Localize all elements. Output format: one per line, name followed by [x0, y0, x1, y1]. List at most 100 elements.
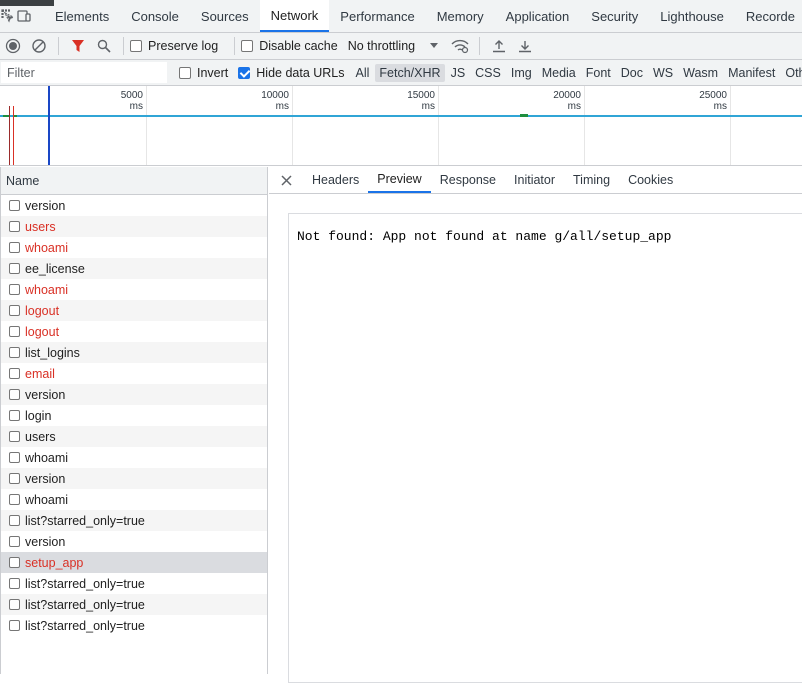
filter-input[interactable]	[1, 62, 167, 83]
filter-type-doc[interactable]: Doc	[617, 64, 647, 82]
filter-type-fetchxhr[interactable]: Fetch/XHR	[375, 63, 445, 82]
hide-data-urls-box[interactable]	[238, 66, 251, 79]
disable-cache-box[interactable]	[241, 40, 254, 52]
request-row[interactable]: whoami	[1, 447, 267, 468]
tab-memory[interactable]: Memory	[426, 0, 495, 32]
row-checkbox[interactable]	[9, 368, 20, 379]
close-icon[interactable]	[269, 167, 303, 193]
timeline-marker-green	[520, 114, 528, 117]
row-checkbox[interactable]	[9, 284, 20, 295]
request-row[interactable]: setup_app	[1, 552, 267, 573]
filter-type-wasm[interactable]: Wasm	[679, 64, 722, 82]
import-har-icon[interactable]	[486, 33, 512, 59]
request-row[interactable]: version	[1, 195, 267, 216]
detail-tab-timing[interactable]: Timing	[564, 167, 619, 193]
filter-icon[interactable]	[65, 33, 91, 59]
tab-application[interactable]: Application	[495, 0, 581, 32]
row-checkbox[interactable]	[9, 221, 20, 232]
row-checkbox[interactable]	[9, 515, 20, 526]
tab-console[interactable]: Console	[120, 0, 190, 32]
row-checkbox[interactable]	[9, 536, 20, 547]
request-row[interactable]: list?starred_only=true	[1, 573, 267, 594]
tab-performance[interactable]: Performance	[329, 0, 425, 32]
filter-type-css[interactable]: CSS	[471, 64, 505, 82]
timeline-overview[interactable]: 5000 ms 10000 ms 15000 ms 20000 ms 25000 ms	[0, 86, 802, 166]
tab-lighthouse[interactable]: Lighthouse	[649, 0, 735, 32]
request-name: version	[25, 387, 66, 402]
request-row[interactable]: whoami	[1, 279, 267, 300]
tab-security[interactable]: Security	[580, 0, 649, 32]
panel-tabs: Elements Console Sources Network Performance…	[44, 0, 802, 32]
request-row[interactable]: version	[1, 468, 267, 489]
filter-type-manifest[interactable]: Manifest	[724, 64, 779, 82]
row-checkbox[interactable]	[9, 557, 20, 568]
preserve-log-label: Preserve log	[148, 39, 219, 53]
preserve-log-box[interactable]	[130, 40, 142, 52]
detail-tab-response[interactable]: Response	[431, 167, 505, 193]
row-checkbox[interactable]	[9, 452, 20, 463]
request-row[interactable]: logout	[1, 321, 267, 342]
preserve-log-checkbox[interactable]: Preserve log	[130, 39, 218, 53]
clear-icon[interactable]	[26, 33, 52, 59]
invert-box[interactable]	[179, 66, 191, 79]
filter-type-js[interactable]: JS	[447, 64, 470, 82]
row-checkbox[interactable]	[9, 200, 20, 211]
row-checkbox[interactable]	[9, 242, 20, 253]
detail-tab-headers[interactable]: Headers	[303, 167, 368, 193]
filter-type-font[interactable]: Font	[582, 64, 615, 82]
request-row[interactable]: whoami	[1, 237, 267, 258]
request-row[interactable]: logout	[1, 300, 267, 321]
row-checkbox[interactable]	[9, 326, 20, 337]
row-checkbox[interactable]	[9, 410, 20, 421]
request-row[interactable]: version	[1, 531, 267, 552]
filter-type-other[interactable]: Other	[781, 64, 802, 82]
network-conditions-icon[interactable]	[447, 33, 473, 59]
tab-sources[interactable]: Sources	[190, 0, 260, 32]
row-checkbox[interactable]	[9, 347, 20, 358]
timeline-gridline	[146, 86, 147, 165]
tab-network[interactable]: Network	[259, 0, 330, 32]
request-row[interactable]: ee_license	[1, 258, 267, 279]
request-name: version	[25, 534, 66, 549]
filter-type-all[interactable]: All	[352, 64, 374, 82]
record-icon[interactable]	[0, 33, 26, 59]
detail-tab-initiator[interactable]: Initiator	[505, 167, 564, 193]
request-row[interactable]: users	[1, 216, 267, 237]
request-row[interactable]: email	[1, 363, 267, 384]
request-row[interactable]: whoami	[1, 489, 267, 510]
row-checkbox[interactable]	[9, 599, 20, 610]
row-checkbox[interactable]	[9, 431, 20, 442]
tab-elements[interactable]: Elements	[44, 0, 120, 32]
request-row[interactable]: users	[1, 426, 267, 447]
request-name: ee_license	[25, 261, 85, 276]
name-column-header[interactable]: Name	[1, 167, 267, 195]
request-row[interactable]: list_logins	[1, 342, 267, 363]
search-icon[interactable]	[91, 33, 117, 59]
throttling-select[interactable]: No throttling	[348, 39, 439, 53]
filter-type-ws[interactable]: WS	[649, 64, 677, 82]
filter-type-img[interactable]: Img	[507, 64, 536, 82]
disable-cache-checkbox[interactable]: Disable cache	[241, 39, 338, 53]
request-row[interactable]: list?starred_only=true	[1, 594, 267, 615]
request-row[interactable]: list?starred_only=true	[1, 615, 267, 636]
filter-type-media[interactable]: Media	[538, 64, 580, 82]
row-checkbox[interactable]	[9, 389, 20, 400]
timeline-tick-label: 5000 ms	[120, 90, 143, 112]
tab-recorde[interactable]: Recorde	[735, 0, 802, 32]
row-checkbox[interactable]	[9, 263, 20, 274]
request-row[interactable]: login	[1, 405, 267, 426]
detail-tab-cookies[interactable]: Cookies	[619, 167, 682, 193]
row-checkbox[interactable]	[9, 620, 20, 631]
request-row[interactable]: version	[1, 384, 267, 405]
row-checkbox[interactable]	[9, 305, 20, 316]
row-checkbox[interactable]	[9, 578, 20, 589]
invert-checkbox[interactable]: Invert	[179, 66, 228, 80]
chevron-down-icon	[429, 39, 439, 53]
row-checkbox[interactable]	[9, 473, 20, 484]
export-har-icon[interactable]	[512, 33, 538, 59]
row-checkbox[interactable]	[9, 494, 20, 505]
hide-data-urls-checkbox[interactable]: Hide data URLs	[238, 66, 345, 80]
detail-tab-preview[interactable]: Preview	[368, 167, 431, 193]
request-row[interactable]: list?starred_only=true	[1, 510, 267, 531]
request-name: whoami	[25, 450, 69, 465]
